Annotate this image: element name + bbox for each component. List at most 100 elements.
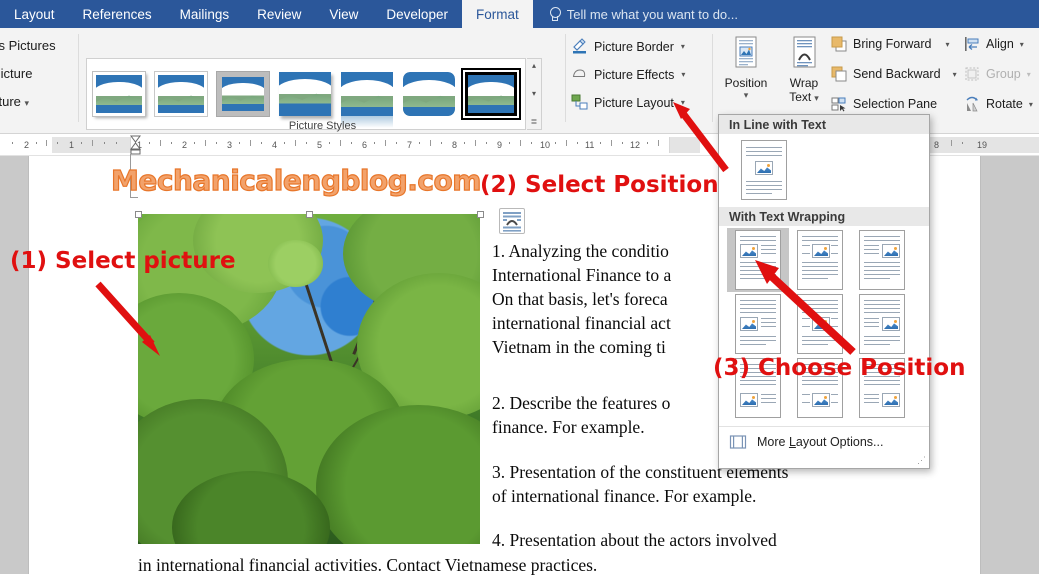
chevron-down-icon[interactable]: ▾ [681,42,685,51]
ruler-tick: 11 [585,140,595,150]
paragraph-line: international financial act [492,312,671,333]
picture-resize-handle[interactable] [135,211,142,218]
adjust-group: ss Pictures Picture cture ▾ [0,28,78,134]
picture-effects-button[interactable]: Picture Effects ▾ [571,66,685,83]
picture-layout-label: Picture Layout [594,95,674,110]
ruler-tick: 2 [182,140,188,150]
more-layout-options-label: More Layout Options... [757,435,883,449]
paragraph-2: 2. Describe the features o finance. For … [492,392,670,440]
selection-pane-button[interactable]: Selection Pane [831,96,937,112]
position-label: Position [724,76,768,90]
selection-pane-icon [831,96,847,112]
group-divider [565,34,566,122]
compress-pictures-button[interactable]: ss Pictures [0,38,56,53]
ruler-tick: 12 [630,140,641,150]
ruler-tick: 5 [317,140,323,150]
position-icon [730,36,762,74]
tell-me-search[interactable]: Tell me what you want to do... [533,0,738,28]
bring-forward-label: Bring Forward [853,37,932,51]
change-picture-button[interactable]: Picture [0,66,32,81]
ruler-tick: 6 [362,140,368,150]
chevron-down-icon[interactable]: ▾ [1027,70,1031,79]
ruler-tick: 8 [452,140,458,150]
annotation-step-3: (3) Choose Position [713,355,966,381]
pencil-border-icon [571,38,588,55]
tab-layout[interactable]: Layout [0,0,69,28]
tab-review[interactable]: Review [243,0,315,28]
ruler-tick: 2 [24,140,30,150]
rotate-icon [964,96,980,112]
chevron-down-icon[interactable]: ▾ [1029,100,1033,109]
picture-resize-handle[interactable] [477,211,484,218]
annotation-step-1: (1) Select picture [10,248,236,274]
more-layout-options-item[interactable]: More Layout Options... [719,426,929,456]
annotation-arrow-3 [755,260,856,355]
wrap-text-label-2: Text [789,89,812,104]
picture-style-thumb-selected[interactable] [465,72,517,116]
ruler-tick: 1 [69,140,75,150]
paragraph-line: International Finance to a [492,264,672,285]
more-layout-accesskey: L [788,434,796,449]
group-button[interactable]: Group ▾ [964,66,1031,82]
inline-with-text-header: In Line with Text [719,115,929,134]
annotation-arrow-2 [673,102,729,173]
effects-icon [571,66,588,83]
picture-effects-label: Picture Effects [594,67,675,82]
compress-pictures-label: ss Pictures [0,38,56,53]
paragraph-1: 1. Analyzing the conditio International … [492,240,671,360]
change-picture-label: Picture [0,66,33,81]
annotation-arrow-1 [95,281,160,356]
picture-style-thumb[interactable] [341,72,393,128]
gallery-scroll-down-icon[interactable]: ▾ [532,90,536,98]
picture-style-thumb[interactable] [93,72,145,116]
chevron-down-icon[interactable]: ▾ [946,40,950,49]
inline-option-row [719,134,929,207]
tab-developer[interactable]: Developer [372,0,462,28]
chevron-down-icon[interactable]: ▾ [1020,40,1024,49]
tab-references[interactable]: References [69,0,166,28]
bring-forward-button[interactable]: Bring Forward ▾ [831,36,950,52]
align-button[interactable]: Align ▾ [964,36,1024,52]
chevron-down-icon[interactable]: ▾ [814,93,819,103]
ruler-tick: 19 [977,140,988,150]
chevron-down-icon[interactable]: ▾ [744,90,749,100]
rotate-button[interactable]: Rotate ▾ [964,96,1033,112]
annotation-step-2: (2) Select Position [480,172,719,198]
gallery-scroll-up-icon[interactable]: ▴ [532,62,536,70]
layout-dialog-icon [729,434,747,450]
chevron-down-icon[interactable]: ▾ [681,70,685,79]
picture-style-thumb[interactable] [217,72,269,116]
indent-marker[interactable] [130,135,141,155]
position-option-inline[interactable] [741,140,787,200]
picture-style-thumb[interactable] [403,72,455,116]
more-layout-suffix: ayout Options... [795,434,884,449]
picture-border-button[interactable]: Picture Border ▾ [571,38,685,55]
tab-mailings[interactable]: Mailings [166,0,244,28]
group-divider [78,34,79,122]
picture-resize-handle[interactable] [306,211,313,218]
paragraph-line: finance. For example. [492,416,645,437]
paragraph-line: 2. Describe the features o [492,393,671,413]
ruler-tick: 10 [540,140,551,150]
group-icon [964,66,980,82]
picture-style-thumb[interactable] [279,72,331,116]
ruler-tick: 4 [272,140,278,150]
chevron-down-icon[interactable]: ▾ [25,98,30,108]
resize-grip-icon[interactable]: ⋰ [917,455,926,466]
picture-style-thumb[interactable] [155,72,207,116]
lightbulb-icon [549,6,561,22]
reset-picture-button[interactable]: cture ▾ [0,94,29,109]
ribbon-tab-bar: Layout References Mailings Review View D… [0,0,1039,28]
send-backward-button[interactable]: Send Backward ▾ [831,66,957,82]
document-bottom-line: in international financial activities. C… [138,555,598,575]
send-backward-icon [831,66,847,82]
picture-styles-group-label: Picture Styles [288,120,357,132]
picture-styles-group: ▴ ▾ ≣ Picture Styles [80,28,565,134]
chevron-down-icon[interactable]: ▾ [953,70,957,79]
paragraph-4: 4. Presentation about the actors involve… [492,529,777,553]
tab-view[interactable]: View [315,0,372,28]
tab-format[interactable]: Format [461,0,533,28]
rotate-label: Rotate [986,97,1023,111]
layout-options-icon[interactable] [499,208,525,234]
send-backward-label: Send Backward [853,67,941,81]
